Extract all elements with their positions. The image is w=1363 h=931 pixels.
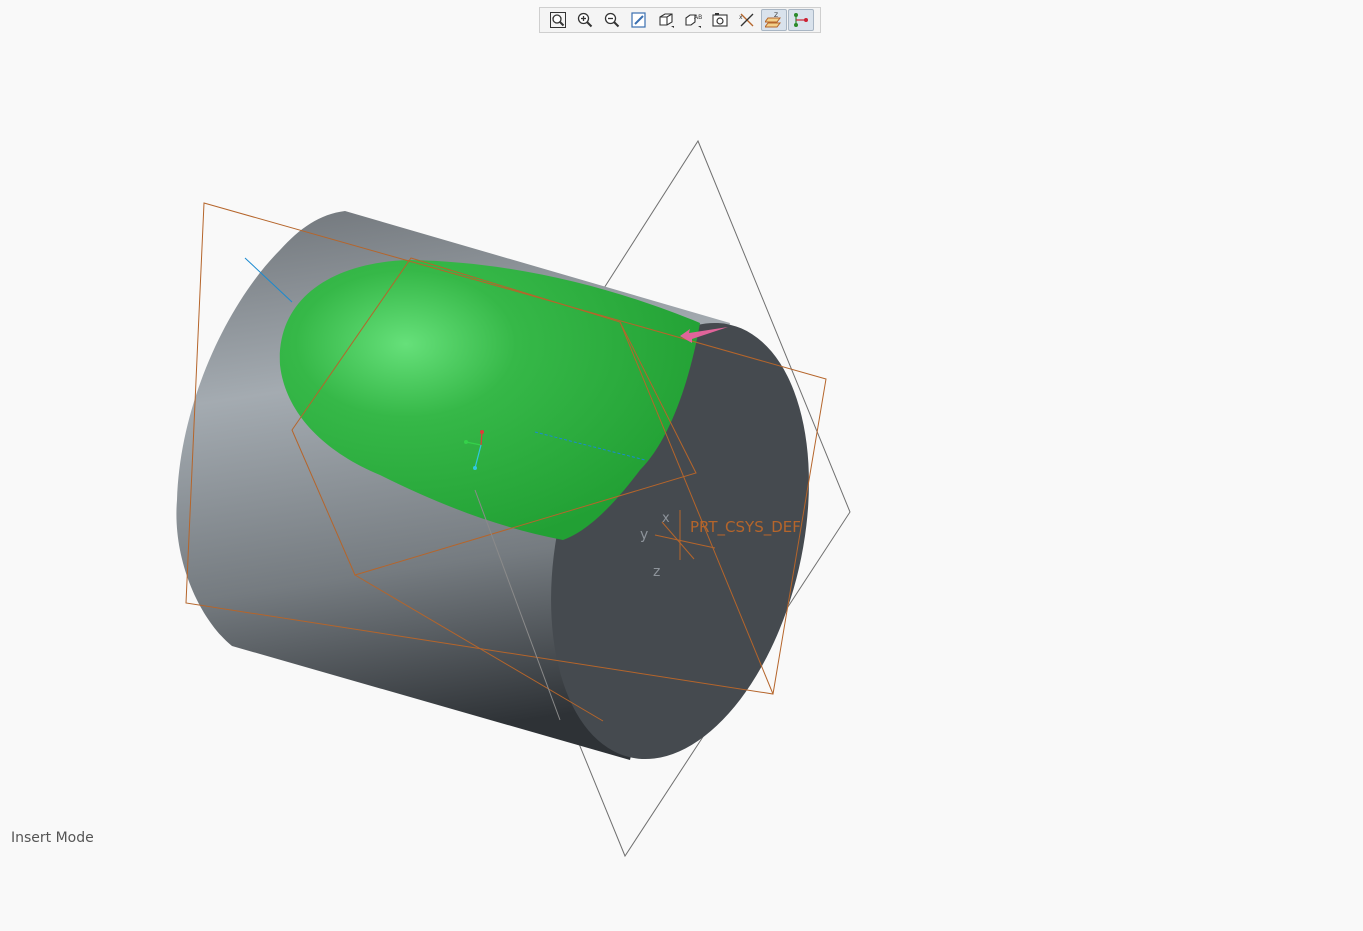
insert-mode-indicator: Insert Mode: [11, 830, 94, 846]
csys-name-label: PRT_CSYS_DEF: [690, 518, 801, 537]
csys-axis-z-label: z: [653, 564, 660, 580]
csys-axis-y-label: y: [640, 527, 648, 543]
csys-axis-x-label: x: [662, 511, 670, 526]
model-viewport[interactable]: x y z PRT_CSYS_DEF: [0, 0, 1363, 931]
